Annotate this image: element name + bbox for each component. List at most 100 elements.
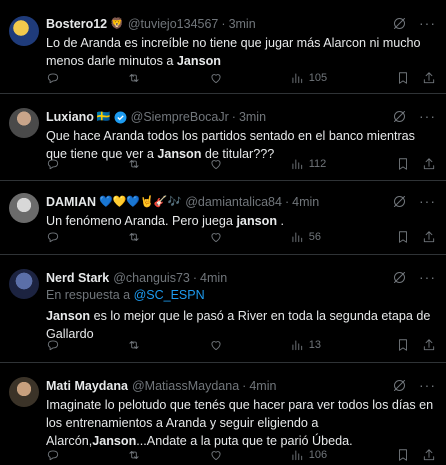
- reply-icon: [47, 73, 59, 84]
- bookmark-icon[interactable]: [396, 230, 410, 244]
- heart-icon: [210, 233, 221, 243]
- display-name[interactable]: Nerd Stark: [46, 269, 109, 287]
- grok-icon[interactable]: [392, 109, 407, 124]
- reply-button[interactable]: [46, 230, 60, 244]
- views-icon: [292, 450, 302, 461]
- views-icon: [292, 73, 302, 84]
- separator-dot: ·: [231, 110, 236, 124]
- handle[interactable]: @damiantalica84: [185, 193, 282, 211]
- views-count: 56: [308, 231, 321, 243]
- tweet[interactable]: DAMIAN 💙💛💙🤘🎸🎶 @damiantalica84 · 4min ···…: [0, 181, 446, 255]
- retweet-button[interactable]: [127, 71, 141, 85]
- name-emoji: 💙💛💙🤘🎸🎶: [99, 196, 182, 208]
- bookmark-icon[interactable]: [396, 71, 410, 85]
- like-button[interactable]: [209, 230, 223, 244]
- retweet-button[interactable]: [127, 230, 141, 244]
- reply-button[interactable]: [46, 71, 60, 85]
- tweet[interactable]: Mati Maydana @MatiassMaydana · 4min ··· …: [0, 363, 446, 465]
- views-icon: [292, 340, 302, 351]
- tweet-text: Imaginate lo pelotudo que tenés que hace…: [46, 398, 434, 448]
- avatar[interactable]: [9, 377, 39, 407]
- more-icon[interactable]: ···: [419, 108, 436, 124]
- retweet-icon: [129, 233, 139, 241]
- highlighted-term: janson: [236, 214, 278, 228]
- share-icon[interactable]: [422, 338, 436, 352]
- bookmark-icon[interactable]: [396, 157, 410, 171]
- reply-button[interactable]: [46, 338, 60, 352]
- bookmark-icon[interactable]: [396, 448, 410, 462]
- retweet-button[interactable]: [127, 448, 141, 462]
- grok-icon[interactable]: [392, 16, 407, 31]
- tweet[interactable]: Bostero12 🦁 @tuviejo134567 · 3min ··· Lo…: [0, 0, 446, 94]
- avatar[interactable]: [9, 16, 39, 46]
- reply-button[interactable]: [46, 448, 60, 462]
- views-button[interactable]: 106: [290, 448, 329, 462]
- separator-dot: ·: [242, 379, 247, 393]
- views-icon: [292, 159, 302, 170]
- more-icon[interactable]: ···: [419, 269, 436, 285]
- retweet-button[interactable]: [127, 338, 141, 352]
- reply-icon: [47, 340, 59, 351]
- avatar[interactable]: [9, 193, 39, 223]
- handle[interactable]: @changuis73: [113, 269, 190, 287]
- timestamp[interactable]: 3min: [239, 108, 266, 126]
- more-icon[interactable]: ···: [419, 15, 436, 31]
- name-emoji: 🦁: [110, 18, 124, 30]
- like-button[interactable]: [209, 71, 223, 85]
- tweet-header: Mati Maydana @MatiassMaydana · 4min: [46, 377, 436, 395]
- views-icon: [292, 232, 302, 243]
- views-count: 13: [308, 339, 321, 351]
- display-name[interactable]: Bostero12: [46, 15, 107, 33]
- timestamp[interactable]: 3min: [229, 15, 256, 33]
- more-icon[interactable]: ···: [419, 193, 436, 209]
- more-icon[interactable]: ···: [419, 377, 436, 393]
- like-button[interactable]: [209, 448, 223, 462]
- avatar[interactable]: [9, 269, 39, 299]
- display-name[interactable]: Luxiano: [46, 108, 94, 126]
- share-icon[interactable]: [422, 448, 436, 462]
- display-name[interactable]: DAMIAN: [46, 193, 96, 211]
- highlighted-term: Janson: [46, 309, 91, 323]
- timestamp[interactable]: 4min: [292, 193, 319, 211]
- reply-context: En respuesta a @SC_ESPN: [46, 288, 205, 302]
- reply-icon: [47, 232, 59, 243]
- name-emoji: 🇸🇪: [96, 111, 111, 123]
- tweet-header: Bostero12 🦁 @tuviejo134567 · 3min: [46, 15, 436, 33]
- reply-icon: [47, 159, 59, 170]
- separator-dot: ·: [284, 195, 290, 209]
- views-button[interactable]: 13: [290, 338, 329, 352]
- avatar[interactable]: [9, 108, 39, 138]
- display-name[interactable]: Mati Maydana: [46, 377, 128, 395]
- separator-dot: ·: [192, 271, 198, 285]
- handle[interactable]: @MatiassMaydana: [132, 377, 239, 395]
- retweet-button[interactable]: [127, 157, 141, 171]
- retweet-icon: [129, 341, 139, 349]
- share-icon[interactable]: [422, 71, 436, 85]
- tweet-text: Lo de Aranda es increíble no tiene que j…: [46, 36, 421, 68]
- tweet[interactable]: Luxiano 🇸🇪 @SiempreBocaJr · 3min ··· Que…: [0, 94, 446, 181]
- views-button[interactable]: 105: [290, 71, 329, 85]
- heart-icon: [210, 451, 221, 461]
- retweet-icon: [129, 451, 139, 459]
- timestamp[interactable]: 4min: [249, 377, 276, 395]
- views-button[interactable]: 112: [290, 157, 329, 171]
- views-count: 106: [308, 449, 328, 461]
- retweet-icon: [129, 74, 139, 82]
- grok-icon[interactable]: [392, 270, 407, 285]
- separator-dot: ·: [221, 17, 226, 31]
- grok-icon[interactable]: [392, 378, 407, 393]
- reply-mention-link[interactable]: @SC_ESPN: [134, 288, 205, 302]
- handle[interactable]: @SiempreBocaJr: [131, 108, 229, 126]
- views-button[interactable]: 56: [290, 230, 329, 244]
- like-button[interactable]: [209, 157, 223, 171]
- tweet[interactable]: Nerd Stark @changuis73 · 4min ··· En res…: [0, 255, 446, 363]
- bookmark-icon[interactable]: [396, 338, 410, 352]
- share-icon[interactable]: [422, 230, 436, 244]
- grok-icon[interactable]: [392, 194, 407, 209]
- handle[interactable]: @tuviejo134567: [128, 15, 219, 33]
- like-button[interactable]: [209, 338, 223, 352]
- share-icon[interactable]: [422, 157, 436, 171]
- reply-button[interactable]: [46, 157, 60, 171]
- tweet-header: Nerd Stark @changuis73 · 4min: [46, 269, 436, 287]
- timestamp[interactable]: 4min: [200, 269, 227, 287]
